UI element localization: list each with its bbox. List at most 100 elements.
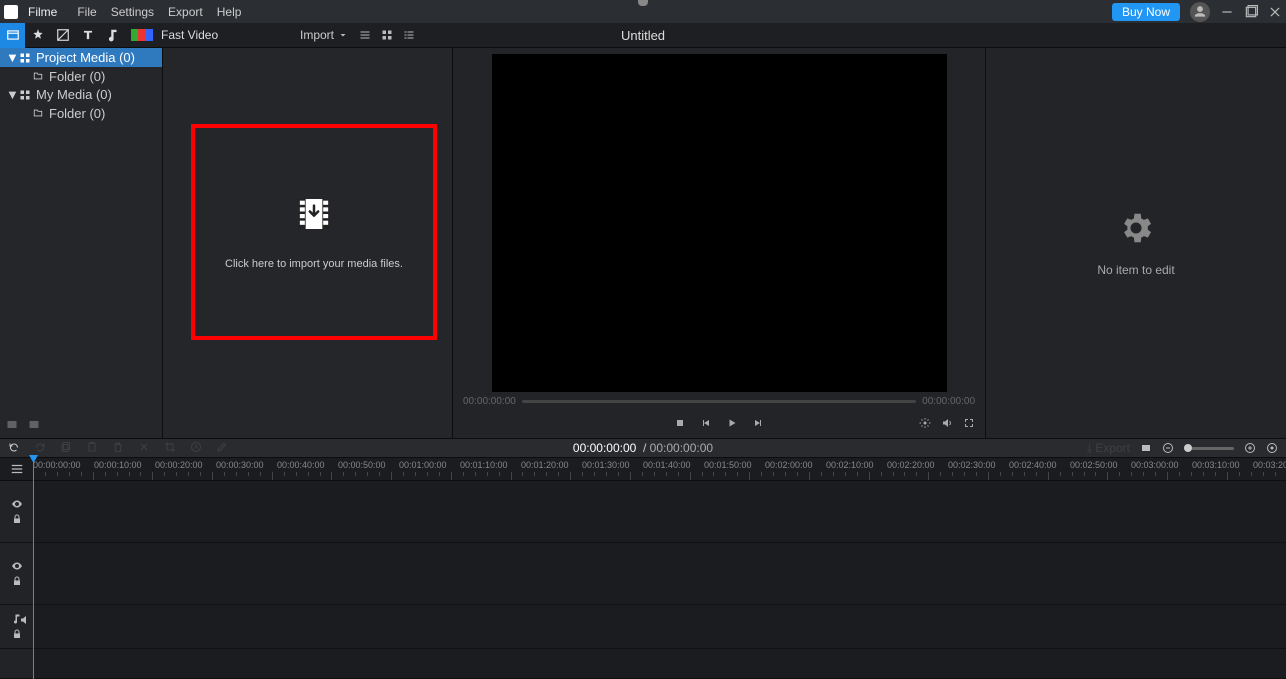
fullscreen-icon[interactable] — [963, 417, 975, 429]
text-tab-button[interactable] — [75, 23, 100, 48]
list-view-icon[interactable] — [403, 29, 415, 41]
seek-end-time: 00:00:00:00 — [922, 396, 975, 407]
settings-icon[interactable] — [919, 417, 931, 429]
project-title: Untitled — [621, 28, 665, 43]
account-icon[interactable] — [1190, 2, 1210, 22]
empty-track[interactable] — [0, 649, 1286, 679]
app-logo-icon — [4, 5, 18, 19]
timeline-ruler-row: 00:00:00:0000:00:10:0000:00:20:0000:00:3… — [0, 458, 1286, 481]
filmstrip-download-icon — [294, 194, 334, 234]
ruler-stamp: 00:01:30:00 — [582, 460, 643, 470]
main-menu: File Settings Export Help — [77, 5, 241, 19]
audio-track[interactable] — [0, 605, 1286, 649]
timeline-ruler[interactable]: 00:00:00:0000:00:10:0000:00:20:0000:00:3… — [33, 458, 1286, 480]
ruler-stamp: 00:01:40:00 — [643, 460, 704, 470]
media-tab-button[interactable] — [0, 23, 25, 48]
grid-icon — [19, 89, 31, 101]
ruler-stamp: 00:02:20:00 — [887, 460, 948, 470]
speed-button[interactable] — [190, 441, 202, 456]
inspector-empty-text: No item to edit — [1097, 263, 1174, 277]
sort-icon[interactable] — [359, 29, 371, 41]
tree-project-media[interactable]: ▼ Project Media (0) — [0, 48, 162, 67]
ruler-stamp: 00:03:00:00 — [1131, 460, 1192, 470]
effects-tab-button[interactable] — [25, 23, 50, 48]
ruler-stamp: 00:00:20:00 — [155, 460, 216, 470]
preview-panel: 00:00:00:00 00:00:00:00 — [453, 48, 986, 438]
audio-tab-button[interactable] — [100, 23, 125, 48]
split-button[interactable] — [138, 441, 150, 456]
menu-settings[interactable]: Settings — [111, 5, 154, 19]
crop-button[interactable] — [164, 441, 176, 456]
ruler-stamp: 00:03:20:00 — [1253, 460, 1286, 470]
buy-now-button[interactable]: Buy Now — [1112, 3, 1180, 21]
video-preview[interactable] — [492, 54, 947, 392]
tree-folder[interactable]: Folder (0) — [0, 104, 162, 122]
ruler-stamp: 00:02:00:00 — [765, 460, 826, 470]
ruler-stamp: 00:02:50:00 — [1070, 460, 1131, 470]
mode-toolbar: Fast Video Import Untitled — [0, 23, 1286, 48]
timeline-tracks — [0, 481, 1286, 679]
visibility-icon[interactable] — [11, 560, 23, 572]
main-area: ▼ Project Media (0) Folder (0) ▼ My Medi… — [0, 48, 1286, 438]
media-bin: Click here to import your media files. — [163, 48, 453, 438]
marker-icon[interactable] — [1140, 442, 1152, 454]
grid-icon — [19, 52, 31, 64]
import-drop-zone[interactable]: Click here to import your media files. — [191, 124, 437, 340]
next-frame-icon[interactable] — [752, 417, 764, 429]
zoom-slider[interactable] — [1184, 447, 1234, 450]
ruler-stamp: 00:00:50:00 — [338, 460, 399, 470]
export-button[interactable]: ⤓ Export — [1087, 441, 1130, 456]
redo-button[interactable] — [34, 441, 46, 456]
import-hint-text: Click here to import your media files. — [225, 258, 403, 270]
seek-bar[interactable] — [522, 400, 916, 403]
zoom-out-icon[interactable] — [1162, 442, 1174, 454]
mute-icon[interactable] — [19, 614, 31, 626]
video-track-1[interactable] — [0, 481, 1286, 543]
import-button[interactable]: Import — [300, 28, 349, 42]
timeline-toolbar: 00:00:00:00 / 00:00:00:00 ⤓ Export — [0, 438, 1286, 458]
prev-frame-icon[interactable] — [700, 417, 712, 429]
copy-button[interactable] — [60, 441, 72, 456]
webcam-indicator — [638, 0, 648, 6]
stop-icon[interactable] — [674, 417, 686, 429]
lock-icon[interactable] — [11, 513, 23, 525]
color-badge-icon — [131, 29, 153, 41]
delete-button[interactable] — [112, 441, 124, 456]
close-icon[interactable] — [1268, 5, 1282, 19]
expand-icon[interactable]: ▼ — [6, 50, 14, 65]
volume-icon[interactable] — [941, 417, 953, 429]
delete-icon[interactable] — [28, 418, 40, 430]
lock-icon[interactable] — [11, 628, 23, 640]
gear-icon — [1117, 209, 1155, 247]
ruler-stamp: 00:01:20:00 — [521, 460, 582, 470]
folder-icon — [32, 108, 44, 118]
ruler-stamp: 00:02:10:00 — [826, 460, 887, 470]
tree-folder[interactable]: Folder (0) — [0, 67, 162, 85]
video-track-2[interactable] — [0, 543, 1286, 605]
ruler-stamp: 00:00:10:00 — [94, 460, 155, 470]
grid-view-icon[interactable] — [381, 29, 393, 41]
playback-controls — [453, 411, 985, 435]
folder-icon — [32, 71, 44, 81]
timeline-menu-button[interactable] — [0, 458, 33, 480]
zoom-fit-icon[interactable] — [1266, 442, 1278, 454]
tree-my-media[interactable]: ▼ My Media (0) — [0, 85, 162, 104]
menu-file[interactable]: File — [77, 5, 96, 19]
ruler-stamp: 00:00:00:00 — [33, 460, 94, 470]
transitions-tab-button[interactable] — [50, 23, 75, 48]
paste-button[interactable] — [86, 441, 98, 456]
ruler-stamp: 00:02:30:00 — [948, 460, 1009, 470]
lock-icon[interactable] — [11, 575, 23, 587]
visibility-icon[interactable] — [11, 498, 23, 510]
menu-help[interactable]: Help — [217, 5, 242, 19]
fast-video-button[interactable]: Fast Video — [161, 28, 218, 42]
play-icon[interactable] — [726, 417, 738, 429]
zoom-in-icon[interactable] — [1244, 442, 1256, 454]
maximize-icon[interactable] — [1244, 5, 1258, 19]
minimize-icon[interactable] — [1220, 5, 1234, 19]
undo-button[interactable] — [8, 441, 20, 456]
expand-icon[interactable]: ▼ — [6, 87, 14, 102]
edit-button[interactable] — [216, 441, 228, 456]
new-folder-icon[interactable] — [6, 418, 18, 430]
menu-export[interactable]: Export — [168, 5, 203, 19]
